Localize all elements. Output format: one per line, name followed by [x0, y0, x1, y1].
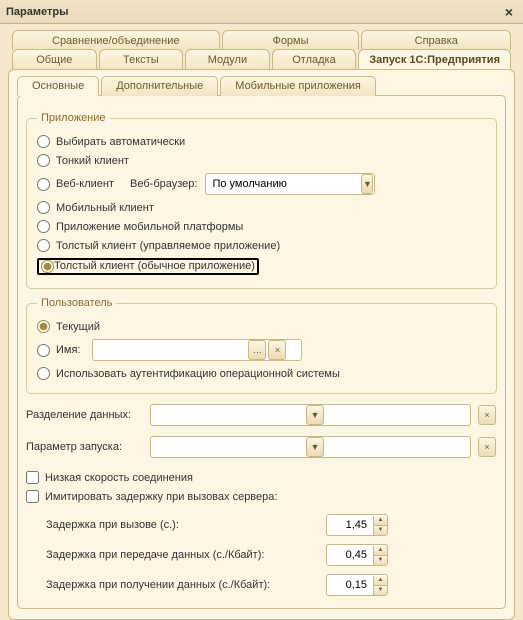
launch-param-combo[interactable]: ▼: [150, 436, 471, 458]
spin-down-icon[interactable]: ▼: [373, 556, 387, 565]
sub-tabs: Основные Дополнительные Мобильные прилож…: [17, 76, 506, 96]
data-separation-combo[interactable]: ▼: [150, 404, 471, 426]
delay-call-input[interactable]: [327, 519, 373, 531]
tab-compare[interactable]: Сравнение/объединение: [12, 30, 220, 50]
group-user-legend: Пользователь: [37, 297, 116, 309]
clear-icon[interactable]: ×: [478, 405, 496, 425]
tab-texts[interactable]: Тексты: [99, 49, 184, 70]
radio-web[interactable]: [37, 178, 50, 191]
radio-thick-managed[interactable]: [37, 239, 50, 252]
spin-up-icon[interactable]: ▲: [373, 516, 387, 526]
delay-recv-label: Задержка при получении данных (с./Кбайт)…: [46, 579, 326, 591]
radio-thick-ordinary[interactable]: [41, 260, 54, 273]
delay-send-spinner[interactable]: ▲▼: [326, 544, 388, 566]
tab-debug[interactable]: Отладка: [272, 49, 357, 70]
ellipsis-icon[interactable]: …: [248, 340, 266, 360]
delay-send-input[interactable]: [327, 549, 373, 561]
checkbox-emulate-delay[interactable]: [26, 490, 39, 503]
tab-help[interactable]: Справка: [361, 30, 511, 50]
radio-name-user-label[interactable]: Имя:: [56, 344, 80, 356]
titlebar: Параметры ×: [0, 0, 523, 24]
radio-thin-label[interactable]: Тонкий клиент: [56, 155, 129, 167]
data-separation-label: Разделение данных:: [26, 409, 144, 421]
radio-os-auth[interactable]: [37, 367, 50, 380]
web-browser-label: Веб-браузер:: [130, 178, 197, 190]
data-separation-input[interactable]: [151, 405, 305, 425]
radio-auto[interactable]: [37, 135, 50, 148]
tab-modules[interactable]: Модули: [185, 49, 270, 70]
sub-panel: Приложение Выбирать автоматически Тонкий…: [17, 95, 506, 609]
delay-send-label: Задержка при передаче данных (с./Кбайт):: [46, 549, 326, 561]
subtab-main[interactable]: Основные: [17, 76, 99, 96]
radio-thick-managed-label[interactable]: Толстый клиент (управляемое приложение): [56, 240, 280, 252]
tab-forms[interactable]: Формы: [222, 30, 360, 50]
spin-down-icon[interactable]: ▼: [373, 586, 387, 595]
subtab-additional[interactable]: Дополнительные: [101, 76, 218, 96]
delay-recv-spinner[interactable]: ▲▼: [326, 574, 388, 596]
launch-param-input[interactable]: [151, 437, 305, 457]
tab-general[interactable]: Общие: [12, 49, 97, 70]
top-tabs-row1: Сравнение/объединение Формы Справка: [8, 30, 515, 50]
checkbox-low-speed-label[interactable]: Низкая скорость соединения: [45, 472, 193, 484]
spin-down-icon[interactable]: ▼: [373, 526, 387, 535]
chevron-down-icon[interactable]: ▼: [306, 405, 324, 425]
launch-param-label: Параметр запуска:: [26, 441, 144, 453]
main-panel: Основные Дополнительные Мобильные прилож…: [8, 69, 515, 620]
checkbox-emulate-delay-label[interactable]: Имитировать задержку при вызовах сервера…: [45, 491, 277, 503]
radio-web-label[interactable]: Веб-клиент: [56, 178, 114, 190]
tab-launch[interactable]: Запуск 1С:Предприятия: [358, 49, 511, 70]
radio-current-user-label[interactable]: Текущий: [56, 321, 100, 333]
user-name-input[interactable]: [93, 340, 247, 360]
radio-auto-label[interactable]: Выбирать автоматически: [56, 136, 185, 148]
subtab-mobile[interactable]: Мобильные приложения: [220, 76, 376, 96]
chevron-down-icon[interactable]: ▼: [361, 174, 373, 194]
top-tabs-row2: Общие Тексты Модули Отладка Запуск 1С:Пр…: [8, 49, 515, 70]
group-application: Приложение Выбирать автоматически Тонкий…: [26, 112, 497, 289]
web-browser-value[interactable]: [206, 174, 360, 194]
radio-mobile-platform[interactable]: [37, 220, 50, 233]
radio-mobile-client-label[interactable]: Мобильный клиент: [56, 202, 154, 214]
radio-os-auth-label[interactable]: Использовать аутентификацию операционной…: [56, 368, 340, 380]
checkbox-low-speed[interactable]: [26, 471, 39, 484]
clear-icon[interactable]: ×: [478, 437, 496, 457]
radio-current-user[interactable]: [37, 320, 50, 333]
user-name-combo[interactable]: … ×: [92, 339, 302, 361]
close-icon[interactable]: ×: [501, 4, 517, 20]
window-title: Параметры: [6, 6, 501, 18]
group-application-legend: Приложение: [37, 112, 110, 124]
spin-up-icon[interactable]: ▲: [373, 546, 387, 556]
radio-thin[interactable]: [37, 154, 50, 167]
chevron-down-icon[interactable]: ▼: [306, 437, 324, 457]
group-user: Пользователь Текущий Имя: … × Исп: [26, 297, 497, 394]
radio-thick-ordinary-label[interactable]: Толстый клиент (обычное приложение): [54, 260, 255, 273]
delay-recv-input[interactable]: [327, 579, 373, 591]
radio-mobile-platform-label[interactable]: Приложение мобильной платформы: [56, 221, 243, 233]
radio-name-user[interactable]: [37, 344, 50, 357]
clear-icon[interactable]: ×: [268, 340, 286, 360]
spin-up-icon[interactable]: ▲: [373, 576, 387, 586]
delay-call-label: Задержка при вызове (с.):: [46, 519, 326, 531]
web-browser-combo[interactable]: ▼: [205, 173, 375, 195]
delay-call-spinner[interactable]: ▲▼: [326, 514, 388, 536]
radio-mobile-client[interactable]: [37, 201, 50, 214]
